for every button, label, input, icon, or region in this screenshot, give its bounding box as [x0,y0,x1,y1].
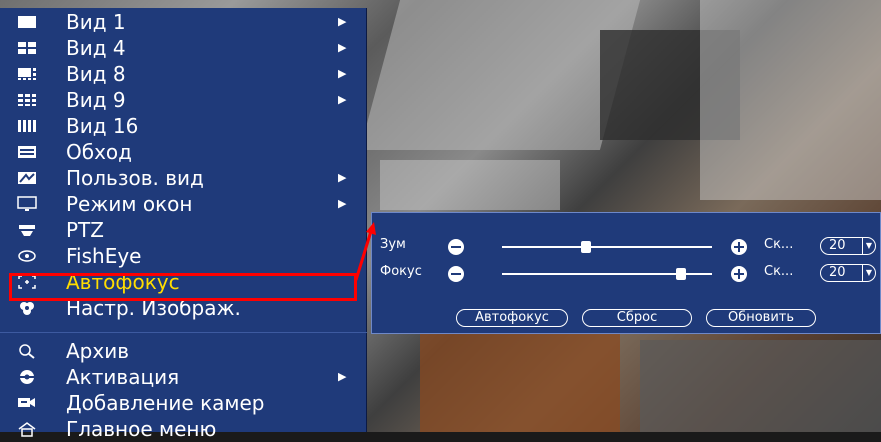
focus-step-label: Ск... [764,264,794,279]
context-menu: Вид 1 ▶ Вид 4 ▶ Вид 8 ▶ Вид 9 ▶ Вид 16 О… [0,8,367,441]
menu-item-view16[interactable]: Вид 16 [0,113,367,139]
menu-item-label: Вид 4 [66,36,126,60]
add-camera-icon [15,393,39,413]
focus-step-select[interactable]: 20 ▼ [820,264,876,282]
activation-icon [15,367,39,387]
ptz-icon [15,220,39,240]
quad-view-icon [15,38,39,58]
menu-item-label: Вид 9 [66,88,126,112]
menu-item-activation[interactable]: Активация ▶ [0,364,367,390]
menu-item-label: Архив [66,339,129,363]
menu-item-label: Активация [66,365,180,389]
menu-item-label: FishEye [66,244,142,268]
reset-button[interactable]: Сброс [582,309,692,327]
menu-divider [0,332,367,333]
focus-label: Фокус [380,264,422,279]
menu-item-label: Обход [66,140,132,164]
chevron-down-icon: ▼ [862,265,875,281]
zoom-slider-track[interactable] [502,246,712,248]
menu-item-label: Добавление камер [66,391,265,415]
menu-item-custom-view[interactable]: Пользов. вид ▶ [0,165,367,191]
menu-item-fisheye[interactable]: FishEye [0,243,367,269]
search-icon [15,341,39,361]
zoom-step-value: 20 [829,238,846,253]
focus-step-value: 20 [829,265,846,280]
submenu-arrow-icon: ▶ [338,197,347,210]
menu-item-label: Вид 8 [66,62,126,86]
focus-slider-thumb[interactable] [675,268,686,280]
menu-item-add-camera[interactable]: Добавление камер [0,390,367,416]
window-mode-icon [15,194,39,214]
menu-item-archive[interactable]: Архив [0,338,367,364]
sixteen-view-icon [15,116,39,136]
menu-item-ptz[interactable]: PTZ [0,217,367,243]
submenu-arrow-icon: ▶ [338,370,347,383]
autofocus-button[interactable]: Автофокус [456,309,568,327]
refresh-button[interactable]: Обновить [706,309,816,327]
custom-view-icon [15,168,39,188]
menu-item-window-mode[interactable]: Режим окон ▶ [0,191,367,217]
menu-item-tour[interactable]: Обход [0,139,367,165]
single-view-icon [15,12,39,32]
submenu-arrow-icon: ▶ [338,67,347,80]
submenu-arrow-icon: ▶ [338,93,347,106]
image-settings-icon [15,298,39,318]
menu-item-view1[interactable]: Вид 1 ▶ [0,9,367,35]
autofocus-panel: Зум Ск... 20 ▼ Фокус Ск... 20 ▼ Автофоку… [371,212,881,334]
nine-view-icon [15,90,39,110]
zoom-slider-thumb[interactable] [581,241,591,253]
zoom-step-select[interactable]: 20 ▼ [820,237,876,255]
zoom-minus-button[interactable] [448,239,464,255]
menu-item-label: Режим окон [66,192,193,216]
menu-item-view4[interactable]: Вид 4 ▶ [0,35,367,61]
home-icon [15,419,39,439]
eight-view-icon [15,64,39,84]
tour-icon [15,142,39,162]
zoom-plus-button[interactable] [731,239,747,255]
submenu-arrow-icon: ▶ [338,15,347,28]
selection-highlight [9,273,357,301]
menu-item-label: Пользов. вид [66,166,204,190]
menu-item-view8[interactable]: Вид 8 ▶ [0,61,367,87]
submenu-arrow-icon: ▶ [338,41,347,54]
chevron-down-icon: ▼ [862,238,875,254]
focus-minus-button[interactable] [448,266,464,282]
menu-item-label: Вид 16 [66,114,139,138]
zoom-step-label: Ск... [764,237,794,252]
menu-item-label: Главное меню [66,417,217,441]
submenu-arrow-icon: ▶ [338,171,347,184]
focus-plus-button[interactable] [731,266,747,282]
menu-item-label: PTZ [66,218,104,242]
menu-item-label: Вид 1 [66,10,126,34]
zoom-label: Зум [380,237,406,252]
menu-item-view9[interactable]: Вид 9 ▶ [0,87,367,113]
fisheye-icon [15,246,39,266]
menu-item-main-menu[interactable]: Главное меню [0,416,367,442]
